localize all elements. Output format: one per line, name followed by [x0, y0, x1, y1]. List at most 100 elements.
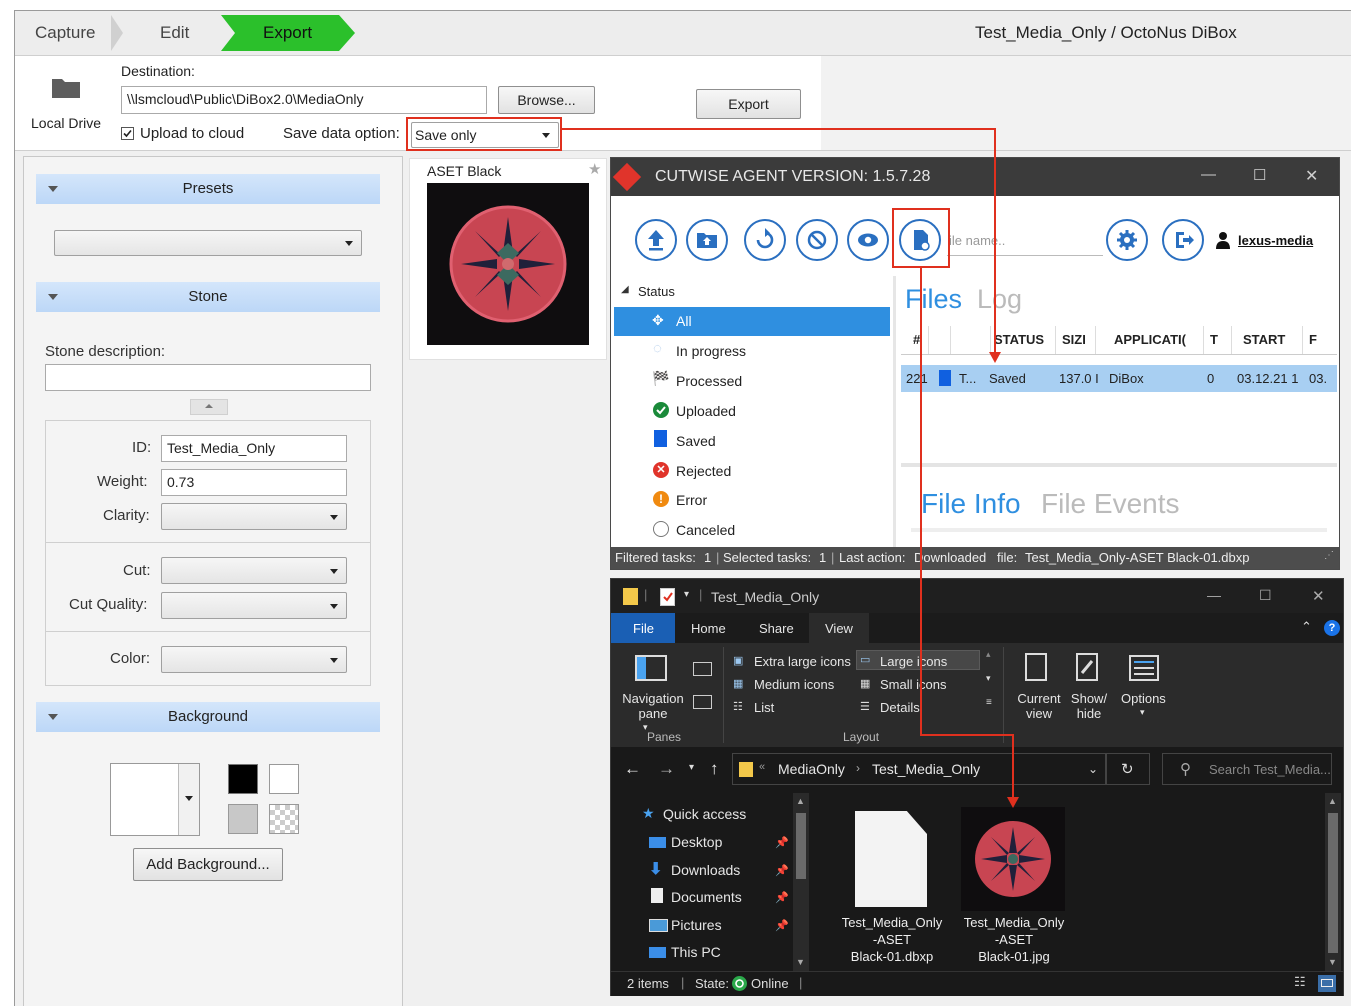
- nav-desktop[interactable]: Desktop: [671, 834, 722, 850]
- upload-folder-button[interactable]: [686, 219, 728, 261]
- breadcrumb-test-media-only[interactable]: Test_Media_Only: [872, 761, 980, 777]
- options-button[interactable]: Options: [1121, 691, 1166, 706]
- tab-file-events[interactable]: File Events: [1041, 488, 1180, 520]
- scroll-down-icon[interactable]: ▾: [986, 673, 991, 684]
- nav-scrollbar[interactable]: ▲ ▼: [793, 793, 809, 971]
- list-option[interactable]: List: [754, 700, 774, 715]
- pin-icon[interactable]: 📌: [775, 919, 789, 932]
- chevron-down-icon[interactable]: ⌄: [1088, 762, 1098, 776]
- settings-button[interactable]: [1106, 219, 1148, 261]
- export-button[interactable]: Export: [696, 89, 801, 119]
- jpg-thumbnail[interactable]: [961, 807, 1065, 911]
- extra-large-icons-option[interactable]: Extra large icons: [754, 654, 851, 669]
- nav-this-pc[interactable]: This PC: [671, 944, 721, 960]
- scroll-down-icon[interactable]: ▼: [796, 957, 805, 967]
- swatch-black[interactable]: [228, 764, 258, 794]
- cut-select[interactable]: [161, 557, 347, 584]
- refresh-button[interactable]: ↻: [1106, 753, 1150, 785]
- collapse-ribbon-icon[interactable]: ⌃: [1301, 619, 1312, 635]
- upload-to-cloud-checkbox[interactable]: [121, 127, 134, 140]
- star-icon[interactable]: ★: [588, 160, 601, 178]
- current-view-button[interactable]: Current view: [1013, 691, 1065, 721]
- stone-header[interactable]: Stone: [36, 282, 380, 312]
- status-item-all[interactable]: ✥ All: [614, 307, 890, 336]
- collapse-description-button[interactable]: [190, 399, 228, 415]
- color-select[interactable]: [161, 646, 347, 673]
- col-number[interactable]: #: [907, 326, 929, 354]
- maximize-button[interactable]: ☐: [1259, 587, 1272, 604]
- cancel-button[interactable]: [796, 219, 838, 261]
- swatch-white[interactable]: [269, 764, 299, 794]
- presets-select[interactable]: [54, 230, 362, 256]
- col-start[interactable]: START: [1237, 326, 1303, 354]
- more-layouts-icon[interactable]: ≡: [986, 697, 992, 708]
- tab-file[interactable]: File: [611, 613, 675, 643]
- minimize-button[interactable]: —: [1201, 166, 1216, 183]
- picker-dropdown[interactable]: [178, 764, 199, 835]
- overflow-icon[interactable]: «: [759, 761, 765, 773]
- weight-input[interactable]: 0.73: [161, 469, 347, 496]
- status-item-processed[interactable]: Processed: [676, 373, 742, 389]
- file-item-jpg[interactable]: Test_Media_Only -ASET Black-01.jpg: [953, 914, 1075, 965]
- tab-share[interactable]: Share: [759, 621, 794, 636]
- details-view-icon[interactable]: ☷: [1294, 974, 1306, 990]
- nav-pictures[interactable]: Pictures: [671, 917, 722, 933]
- back-icon[interactable]: ←: [624, 759, 641, 779]
- swatch-transparent[interactable]: [269, 804, 299, 834]
- thumbnail-card[interactable]: ASET Black ★: [409, 158, 607, 360]
- col-status[interactable]: STATUS: [991, 326, 1056, 354]
- search-box[interactable]: ⚲ Search Test_Media...: [1162, 753, 1332, 785]
- upload-button[interactable]: [635, 219, 677, 261]
- col-application[interactable]: APPLICATI(: [1108, 326, 1204, 354]
- pin-icon[interactable]: 📌: [775, 836, 789, 849]
- status-item-canceled[interactable]: Canceled: [676, 522, 735, 538]
- tab-log[interactable]: Log: [977, 284, 1022, 315]
- background-header[interactable]: Background: [36, 702, 380, 732]
- resize-grip-icon[interactable]: ⋰: [1324, 545, 1334, 567]
- step-capture[interactable]: Capture: [35, 15, 95, 51]
- details-pane-icon[interactable]: [693, 695, 712, 709]
- col-f[interactable]: F: [1303, 326, 1337, 354]
- expand-icon[interactable]: ◢: [621, 284, 629, 295]
- file-item-dbxp[interactable]: Test_Media_Only -ASET Black-01.dbxp: [831, 914, 953, 965]
- tab-home[interactable]: Home: [691, 621, 726, 636]
- properties-icon[interactable]: [660, 588, 675, 606]
- pin-icon[interactable]: 📌: [775, 891, 789, 904]
- presets-header[interactable]: Presets: [36, 174, 380, 204]
- clarity-select[interactable]: [161, 503, 347, 530]
- quick-access-dropdown-icon[interactable]: ▾: [684, 589, 689, 600]
- dbxp-file-icon[interactable]: [855, 811, 927, 907]
- pin-icon[interactable]: 📌: [775, 864, 789, 877]
- id-input[interactable]: Test_Media_Only: [161, 435, 347, 462]
- cut-quality-select[interactable]: [161, 592, 347, 619]
- medium-icons-option[interactable]: Medium icons: [754, 677, 834, 692]
- scrollbar-thumb[interactable]: [796, 813, 806, 879]
- swatch-gray[interactable]: [228, 804, 258, 834]
- status-item-in-progress[interactable]: In progress: [676, 343, 746, 359]
- close-button[interactable]: ✕: [1305, 166, 1318, 186]
- col-type[interactable]: [929, 326, 951, 354]
- tab-files[interactable]: Files: [905, 284, 962, 315]
- col-size[interactable]: SIZI: [1056, 326, 1096, 354]
- small-icons-option[interactable]: Small icons: [880, 677, 946, 692]
- forward-icon[interactable]: →: [658, 759, 675, 779]
- nav-quick-access[interactable]: Quick access: [663, 806, 746, 822]
- folder-icon[interactable]: [51, 75, 81, 99]
- address-bar[interactable]: « MediaOnly › Test_Media_Only ⌄: [732, 753, 1106, 785]
- step-edit[interactable]: Edit: [160, 15, 189, 51]
- background-color-picker[interactable]: [110, 763, 200, 836]
- col-t[interactable]: T: [1204, 326, 1232, 354]
- nav-downloads[interactable]: Downloads: [671, 862, 740, 878]
- recent-locations-icon[interactable]: ▾: [689, 762, 694, 773]
- status-item-rejected[interactable]: Rejected: [676, 463, 731, 479]
- large-icons-view-icon[interactable]: [1318, 975, 1336, 992]
- tab-file-info[interactable]: File Info: [921, 488, 1021, 520]
- splitter[interactable]: [901, 463, 1337, 467]
- stone-description-input[interactable]: [45, 364, 371, 391]
- view-button[interactable]: [847, 219, 889, 261]
- user-link[interactable]: lexus-media: [1238, 233, 1313, 248]
- show-hide-button[interactable]: Show/ hide: [1067, 691, 1111, 721]
- breadcrumb-mediaonly[interactable]: MediaOnly: [778, 761, 845, 777]
- logout-button[interactable]: [1162, 219, 1204, 261]
- refresh-button[interactable]: [744, 219, 786, 261]
